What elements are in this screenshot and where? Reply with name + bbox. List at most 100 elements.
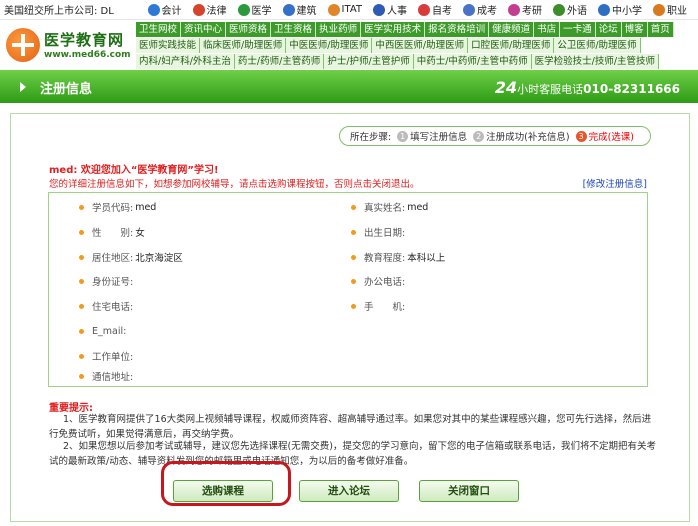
step-label: 填写注册信息	[410, 132, 468, 143]
page-title: 注册信息	[40, 82, 93, 97]
field-label: 出生日期:	[364, 228, 406, 239]
nav-link[interactable]: 卫生网校	[136, 22, 182, 37]
nav-link[interactable]: 书店	[534, 22, 561, 37]
info-field: 出生日期:	[351, 225, 407, 239]
nav-link[interactable]: 论坛	[595, 22, 622, 37]
postgrad-icon	[508, 3, 520, 16]
logo-name: 医学教育网	[44, 31, 125, 49]
category-label: 医学	[251, 6, 272, 17]
enter-forum-button[interactable]: 进入论坛	[299, 480, 399, 502]
top-bar: 美国纽交所上市公司: DL 会计 法律 医学 建筑 ITAT 人事 自考 成考 考研 外语 中小学 职…	[0, 0, 698, 20]
welcome-message: med: 欢迎您加入“医学教育网”学习!	[49, 161, 219, 176]
field-label: 教育程度:	[364, 253, 406, 264]
field-label: 学员代码:	[92, 203, 134, 214]
logo-url: www.med66.com	[44, 50, 131, 60]
nav-link[interactable]: 中西医医师/助理医师	[372, 38, 469, 53]
nav-link[interactable]: 报名资格培训	[425, 22, 490, 37]
nav-link[interactable]: 医学检验技士/技师/主管技师	[531, 54, 660, 69]
nav-link[interactable]: 医师实践技能	[136, 38, 201, 53]
field-value: 北京海淀区	[135, 253, 183, 264]
category-label: 人事	[387, 6, 407, 17]
step-label: 注册成功(补充信息)	[486, 132, 570, 143]
nav-link[interactable]: 医师资格	[226, 22, 272, 37]
category-link[interactable]: 法律	[192, 2, 227, 17]
info-field: 居住地区: 北京海淀区	[79, 250, 183, 264]
hotline: 24小时客服电话010-82311666	[495, 78, 680, 97]
bullet-icon	[79, 278, 84, 284]
nav-link[interactable]: 护士/护师/主管护师	[324, 54, 414, 69]
nav-row-specialties: 内科/妇产科/外科主治 药士/药师/主管药师 护士/护师/主管护师 中药士/中药师/主…	[136, 54, 696, 69]
category-link[interactable]: 会计	[147, 2, 182, 17]
step-number: 1	[397, 130, 409, 142]
category-link[interactable]: 自考	[418, 2, 452, 17]
category-link[interactable]: 建筑	[282, 2, 317, 17]
registration-panel: 所在步骤: 1 填写注册信息 2 注册成功(补充信息) 3 完成(选课) med: 欢…	[10, 113, 690, 522]
category-link[interactable]: 考研	[508, 2, 542, 17]
category-link[interactable]: 外语	[553, 2, 587, 17]
category-link[interactable]: 职业	[653, 2, 687, 17]
hotline-label: 小时客服电话	[517, 83, 584, 96]
bullet-icon	[351, 254, 356, 260]
category-label: 外语	[567, 6, 587, 17]
nav-link[interactable]: 中医医师/助理医师	[286, 38, 373, 53]
category-link[interactable]: 成考	[463, 2, 497, 17]
category-label: 成考	[477, 6, 497, 17]
step-2: 2 注册成功(补充信息)	[473, 129, 570, 143]
nav-link[interactable]: 卫生资格	[271, 22, 317, 37]
step-3: 3 完成(选课)	[575, 129, 634, 143]
nav-link[interactable]: 资讯中心	[181, 22, 227, 37]
welcome-username: med	[49, 165, 74, 176]
step-number: 3	[575, 130, 587, 142]
category-label: 法律	[206, 6, 227, 17]
step-1: 1 填写注册信息	[397, 129, 467, 143]
info-field: 真实姓名: med	[351, 200, 428, 214]
modify-registration-link[interactable]: [修改注册信息]	[583, 176, 647, 190]
cross-logo-icon	[6, 27, 40, 62]
field-label: E_mail:	[92, 325, 127, 337]
step-indicator: 所在步骤: 1 填写注册信息 2 注册成功(补充信息) 3 完成(选课)	[338, 126, 651, 146]
field-label: 住宅电话:	[92, 302, 134, 313]
field-label: 居住地区:	[92, 253, 134, 264]
nav-link[interactable]: 医学实用技术	[361, 22, 426, 37]
itat-icon	[327, 3, 340, 16]
bullet-icon	[351, 303, 356, 309]
nav-link[interactable]: 博客	[621, 22, 648, 37]
accounting-icon	[147, 3, 160, 16]
career-icon	[653, 3, 665, 16]
nav-link[interactable]: 药士/药师/主管药师	[234, 54, 325, 69]
field-label: 通信地址:	[92, 372, 134, 383]
selfexam-icon	[418, 3, 430, 16]
nav-link[interactable]: 临床医师/助理医师	[200, 38, 287, 53]
field-label: 身份证号:	[92, 277, 134, 288]
info-field: 性 别: 女	[79, 225, 145, 239]
category-link[interactable]: 中小学	[598, 2, 642, 17]
category-link[interactable]: 医学	[237, 2, 272, 17]
close-window-button[interactable]: 关闭窗口	[419, 480, 519, 502]
field-label: 真实姓名:	[364, 203, 406, 214]
step-number: 2	[473, 130, 485, 142]
school-icon	[598, 3, 610, 16]
language-icon	[553, 3, 565, 16]
category-link[interactable]: 人事	[373, 2, 407, 17]
nav-link[interactable]: 首页	[647, 22, 674, 37]
nav-link[interactable]: 口腔医师/助理医师	[468, 38, 555, 53]
nav-link[interactable]: 执业药师	[316, 22, 362, 37]
category-label: 会计	[161, 6, 182, 17]
page-header: 注册信息 24小时客服电话010-82311666	[0, 70, 698, 103]
info-field: 学员代码: med	[79, 200, 156, 214]
field-value: med	[407, 201, 429, 213]
adultexam-icon	[463, 3, 475, 16]
nav-link[interactable]: 中药士/中药师/主管中药师	[413, 54, 532, 69]
bullet-icon	[79, 204, 84, 210]
category-label: 职业	[667, 6, 687, 17]
note-2: 2、如果您想以后参加考试或辅导，建议您先选择课程(无需交费)，提交您的学习意向，…	[49, 441, 656, 467]
site-logo[interactable]: 医学教育网 www.med66.com	[0, 21, 133, 68]
welcome-text: : 欢迎您加入“医学教育网”学习!	[73, 165, 219, 176]
arrow-icon	[20, 82, 26, 92]
nav-link[interactable]: 一卡通	[560, 22, 596, 37]
info-field: 住宅电话:	[79, 299, 135, 313]
nav-link[interactable]: 内科/妇产科/外科主治	[136, 54, 235, 69]
nav-link[interactable]: 健康频道	[489, 22, 535, 37]
category-link[interactable]: ITAT	[327, 2, 362, 17]
nav-link[interactable]: 公卫医师/助理医师	[554, 38, 641, 53]
